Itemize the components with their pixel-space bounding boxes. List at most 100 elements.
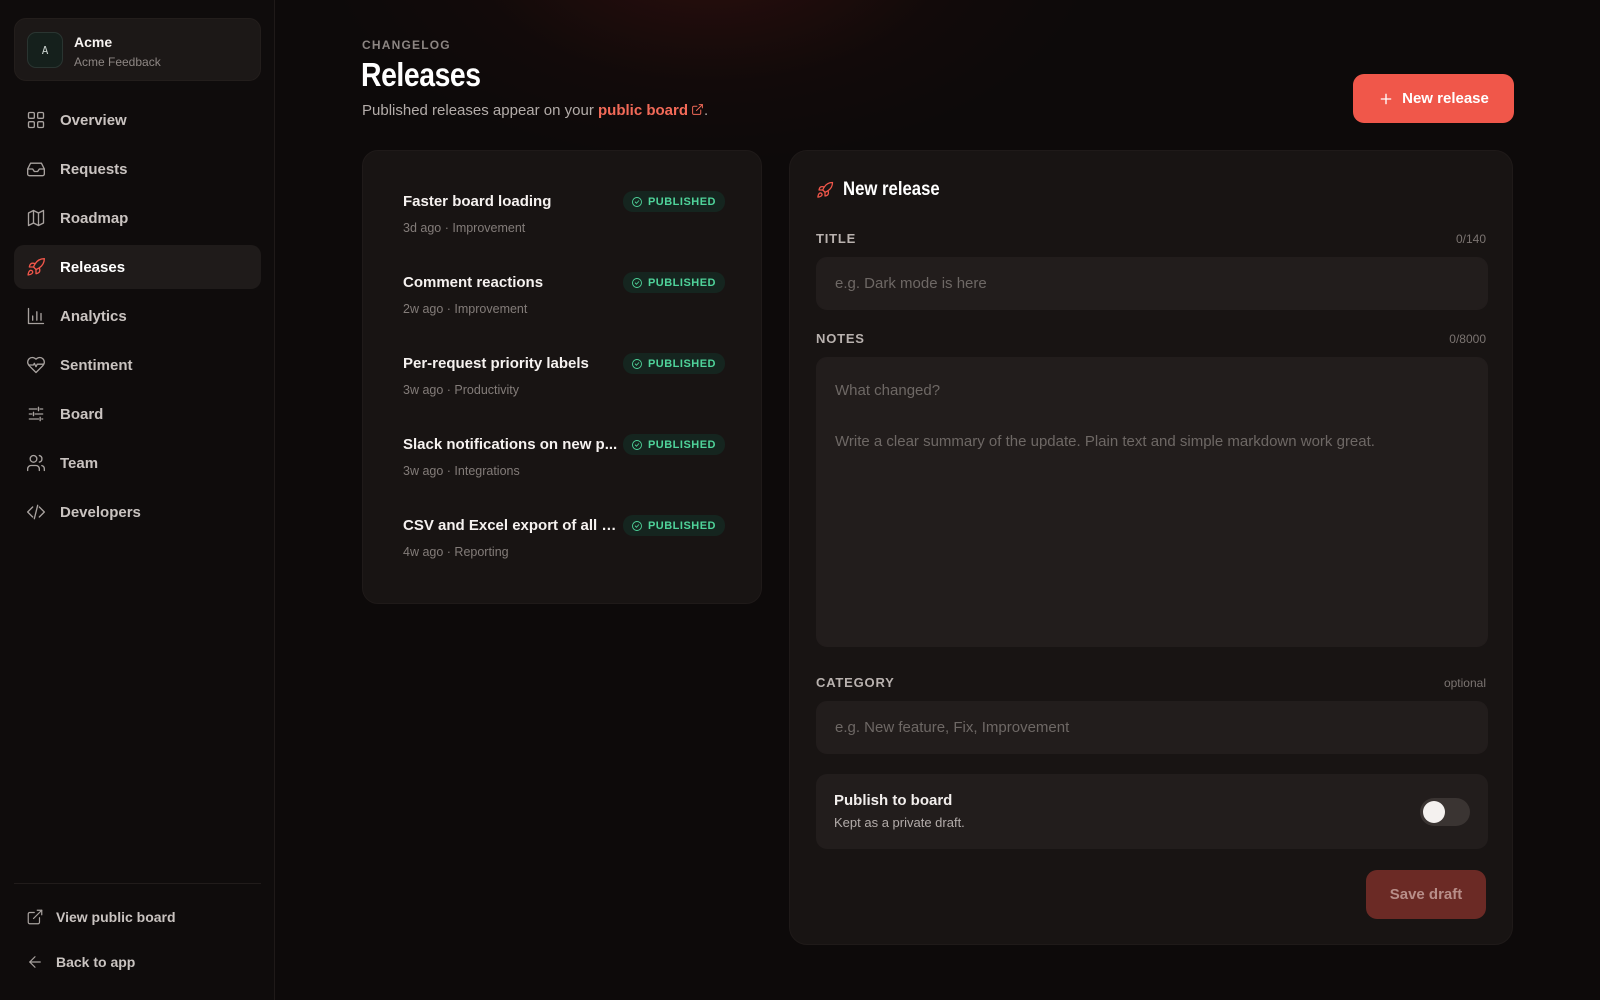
sidebar: A Acme Acme Feedback Overview Requests R… <box>0 0 275 1000</box>
release-title: Per-request priority labels <box>403 355 589 372</box>
rocket-icon <box>27 257 45 276</box>
view-public-board-label: View public board <box>56 909 176 925</box>
category-input[interactable] <box>816 701 1488 754</box>
sidebar-item-analytics[interactable]: Analytics <box>14 294 261 338</box>
status-badge: PUBLISHED <box>622 272 725 293</box>
sidebar-item-requests[interactable]: Requests <box>14 147 261 191</box>
sidebar-item-label: Overview <box>60 111 127 129</box>
sidebar-item-board[interactable]: Board <box>14 392 261 436</box>
status-badge: PUBLISHED <box>622 515 725 536</box>
check-circle-icon <box>631 358 642 369</box>
release-item[interactable]: Faster board loading 3d ago · Improvemen… <box>403 191 725 235</box>
subtitle-text: Published releases appear on your <box>362 102 594 119</box>
grid-icon <box>27 111 45 129</box>
status-label: PUBLISHED <box>647 357 716 370</box>
sidebar-item-label: Sentiment <box>60 356 133 374</box>
code-icon <box>27 504 45 520</box>
sidebar-item-releases[interactable]: Releases <box>14 245 261 289</box>
sidebar-divider <box>14 883 261 884</box>
new-release-label: New release <box>1402 90 1489 107</box>
title-input[interactable] <box>816 257 1488 310</box>
check-circle-icon <box>631 520 642 531</box>
sidebar-item-label: Roadmap <box>60 209 129 227</box>
release-title: CSV and Excel export of all r... <box>403 517 618 534</box>
external-link-icon <box>692 104 703 115</box>
status-label: PUBLISHED <box>647 519 716 532</box>
releases-list: Faster board loading 3d ago · Improvemen… <box>362 150 762 604</box>
sidebar-item-sentiment[interactable]: Sentiment <box>14 343 261 387</box>
users-icon <box>27 454 46 472</box>
inbox-icon <box>27 162 45 177</box>
new-release-form: New release TITLE 0/140 NOTES 0/8000 CAT… <box>789 150 1513 945</box>
page-eyebrow: CHANGELOG <box>362 38 451 52</box>
rocket-icon <box>817 181 834 198</box>
status-label: PUBLISHED <box>647 195 716 208</box>
sidebar-item-label: Releases <box>60 258 126 276</box>
page-subtitle: Published releases appear on your public… <box>362 102 708 119</box>
status-label: PUBLISHED <box>647 438 716 451</box>
publish-title: Publish to board <box>834 792 953 809</box>
workspace-avatar: A <box>27 32 63 68</box>
check-circle-icon <box>631 277 642 288</box>
external-link-icon <box>27 909 43 925</box>
subtitle-end: . <box>704 102 709 119</box>
save-draft-button[interactable]: Save draft <box>1366 870 1486 919</box>
status-badge: PUBLISHED <box>622 434 725 455</box>
toggle-knob <box>1423 801 1445 823</box>
release-item[interactable]: Slack notifications on new p... 3w ago ·… <box>403 434 725 478</box>
sidebar-item-label: Requests <box>60 160 128 178</box>
new-release-button[interactable]: New release <box>1353 74 1514 123</box>
form-heading-label: New release <box>843 179 940 200</box>
release-item[interactable]: Per-request priority labels 3w ago · Pro… <box>403 353 725 397</box>
sidebar-item-label: Team <box>60 454 99 472</box>
status-badge: PUBLISHED <box>622 353 725 374</box>
view-public-board-link[interactable]: View public board <box>26 908 176 926</box>
public-board-link[interactable]: public board <box>598 102 704 119</box>
sliders-icon <box>28 406 44 422</box>
publish-subtitle: Kept as a private draft. <box>834 815 965 830</box>
release-meta: 3w ago · Productivity <box>403 383 520 397</box>
workspace-subtitle: Acme Feedback <box>74 55 161 69</box>
status-badge: PUBLISHED <box>622 191 725 212</box>
back-to-app-link[interactable]: Back to app <box>26 953 135 971</box>
sidebar-item-label: Developers <box>60 503 141 521</box>
release-title: Slack notifications on new p... <box>403 436 618 453</box>
notes-char-count: 0/8000 <box>1449 332 1486 346</box>
bar-chart-icon <box>27 307 45 325</box>
sidebar-item-label: Analytics <box>60 307 127 325</box>
title-char-count: 0/140 <box>1455 232 1486 246</box>
sidebar-item-team[interactable]: Team <box>14 441 261 485</box>
sidebar-item-roadmap[interactable]: Roadmap <box>14 196 261 240</box>
plus-icon <box>1380 93 1392 104</box>
status-label: PUBLISHED <box>647 276 716 289</box>
release-meta: 2w ago · Improvement <box>403 302 528 316</box>
release-meta: 3d ago · Improvement <box>403 221 526 235</box>
back-to-app-label: Back to app <box>56 954 136 970</box>
sidebar-item-label: Board <box>60 405 104 423</box>
category-label: CATEGORY <box>816 675 895 690</box>
form-heading: New release <box>816 179 953 201</box>
sidebar-item-developers[interactable]: Developers <box>14 490 261 534</box>
workspace-switcher[interactable]: A Acme Acme Feedback <box>14 18 261 81</box>
release-item[interactable]: Comment reactions 2w ago · Improvement P… <box>403 272 725 316</box>
release-title: Faster board loading <box>403 193 552 210</box>
notes-label: NOTES <box>816 331 865 346</box>
publish-toggle[interactable] <box>1420 798 1470 826</box>
map-icon <box>27 209 45 227</box>
notes-textarea[interactable] <box>816 357 1488 647</box>
sidebar-item-overview[interactable]: Overview <box>14 98 261 142</box>
release-meta: 3w ago · Integrations <box>403 464 520 478</box>
release-meta: 4w ago · Reporting <box>403 545 509 559</box>
release-title: Comment reactions <box>403 274 544 291</box>
release-item[interactable]: CSV and Excel export of all r... 4w ago … <box>403 515 725 559</box>
public-board-link-label: public board <box>598 102 688 119</box>
publish-toggle-row: Publish to board Kept as a private draft… <box>816 774 1488 849</box>
arrow-left-icon <box>29 956 41 968</box>
heart-pulse-icon <box>27 356 45 374</box>
category-optional-hint: optional <box>1443 676 1486 690</box>
sidebar-nav: Overview Requests Roadmap Releases Analy… <box>14 98 261 539</box>
workspace-name: Acme <box>74 34 113 50</box>
check-circle-icon <box>631 196 642 207</box>
title-label: TITLE <box>816 231 857 246</box>
page-title: Releases <box>361 56 481 93</box>
